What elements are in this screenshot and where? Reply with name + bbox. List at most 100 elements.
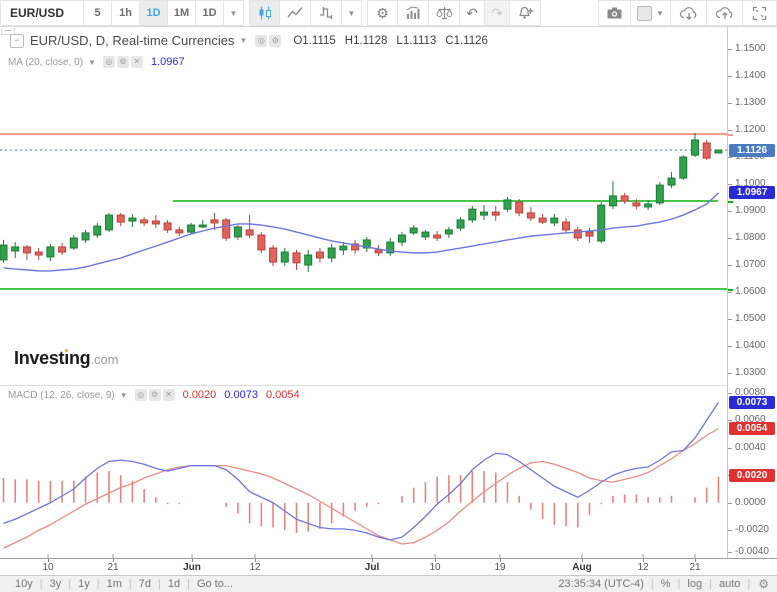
candle-body — [176, 230, 183, 233]
candle-body — [0, 245, 7, 260]
range-7d-button[interactable]: 7d — [132, 578, 158, 590]
candle-body — [129, 218, 136, 221]
gear-icon[interactable]: ⚙ — [750, 577, 769, 591]
macd-settings-button[interactable]: ⚙ — [149, 389, 161, 401]
candle-body — [70, 238, 77, 248]
candle-down — [703, 140, 710, 160]
line-chart-button[interactable] — [280, 0, 311, 26]
candle-down — [164, 220, 171, 233]
candle-up — [94, 223, 101, 238]
visibility-toggle-button[interactable]: ◎ — [255, 35, 267, 47]
load-chart-button[interactable] — [671, 0, 707, 26]
candle-body — [539, 218, 546, 222]
candle-up — [47, 244, 54, 261]
collapse-pane-button[interactable]: − — [10, 34, 24, 48]
chevron-down-icon[interactable]: ▼ — [239, 36, 247, 45]
candle-up — [82, 230, 89, 243]
chart-settings-button[interactable]: ⚙ — [367, 0, 398, 26]
timeframe-dropdown[interactable]: ▼ — [224, 0, 244, 26]
bottom-toolbar: 10y| 3y| 1y| 1m| 7d| 1d| Go to... 23:35:… — [0, 575, 777, 592]
snapshot-button[interactable] — [598, 0, 631, 26]
candle-up — [363, 237, 370, 252]
candle-down — [59, 243, 66, 255]
candle-up — [609, 181, 616, 209]
candle-down — [563, 218, 570, 233]
range-1m-button[interactable]: 1m — [100, 578, 129, 590]
range-10y-button[interactable]: 10y — [8, 578, 40, 590]
background-color-button[interactable]: ▼ — [631, 0, 671, 26]
price-axis[interactable]: 1.15001.14001.13001.12001.11001.10001.09… — [727, 27, 777, 558]
ma-settings-button[interactable]: ⚙ — [117, 56, 129, 68]
candle-body — [621, 196, 628, 201]
timeframe-1h-button[interactable]: 1h — [112, 0, 140, 26]
percent-scale-button[interactable]: % — [654, 578, 678, 590]
candle-body — [117, 215, 124, 222]
timeframe-1d-button[interactable]: 1D — [140, 0, 168, 26]
price-tick — [728, 319, 732, 320]
time-axis[interactable]: 1021Jun12Jul1019Aug1221 — [0, 558, 777, 575]
chevron-down-icon[interactable]: ▼ — [120, 391, 128, 400]
indicators-button[interactable] — [398, 0, 429, 26]
open-value: O1.1115 — [293, 35, 335, 47]
chart-type-dropdown[interactable]: ▼ — [342, 0, 362, 26]
undo-button[interactable]: ↶ — [460, 0, 485, 26]
timeframe-5m-button[interactable]: 5 — [84, 0, 112, 26]
camera-icon — [606, 5, 623, 21]
auto-scale-button[interactable]: auto — [712, 578, 747, 590]
candle-body — [47, 247, 54, 257]
range-1y-button[interactable]: 1y — [71, 578, 97, 590]
macd-signal-badge: 0.0054 — [729, 422, 775, 435]
price-tick-label: 1.0500 — [735, 313, 766, 324]
fullscreen-button[interactable] — [743, 0, 777, 26]
macd-remove-button[interactable]: ✕ — [163, 389, 175, 401]
candle-up — [410, 225, 417, 235]
macd-indicator-header: MACD (12, 26, close, 9) ▼ ◎ ⚙ ✕ 0.0020 0… — [8, 389, 300, 401]
candle-down — [539, 214, 546, 224]
candle-up — [70, 235, 77, 250]
symbol-button[interactable]: EUR/USD — [0, 0, 84, 26]
redo-icon: ↷ — [491, 6, 503, 20]
macd-visibility-button[interactable]: ◎ — [135, 389, 147, 401]
timeframe-custom-button[interactable]: 1D — [196, 0, 224, 26]
candle-down — [258, 232, 265, 253]
candle-body — [375, 250, 382, 253]
log-scale-button[interactable]: log — [680, 578, 709, 590]
price-tick — [728, 49, 732, 50]
ohlc-values: O1.1115 H1.1128 L1.1113 C1.1126 — [293, 35, 497, 47]
ma-indicator-header: MA (20, close, 0) ▼ ◎ ⚙ ✕ 1.0967 — [8, 56, 185, 68]
candle-body — [398, 235, 405, 242]
timeframe-1m-button[interactable]: 1M — [168, 0, 196, 26]
save-chart-button[interactable] — [707, 0, 743, 26]
range-3y-button[interactable]: 3y — [43, 578, 69, 590]
candle-up — [105, 213, 112, 232]
candle-up — [188, 223, 195, 234]
candle-down — [527, 207, 534, 221]
candle-body — [234, 227, 241, 237]
chevron-down-icon[interactable]: ▼ — [88, 58, 96, 67]
candle-body — [703, 143, 710, 158]
ma-remove-button[interactable]: ✕ — [131, 56, 143, 68]
macd-plot[interactable] — [0, 387, 727, 558]
price-tick-label: 1.1400 — [735, 70, 766, 81]
range-1d-button[interactable]: 1d — [161, 578, 187, 590]
time-label: Jul — [365, 562, 379, 573]
price-tick-label: 1.0300 — [735, 367, 766, 378]
clock-timezone-button[interactable]: 23:35:34 (UTC-4) — [551, 578, 651, 590]
candle-down — [35, 248, 42, 260]
price-tick-label: 1.0800 — [735, 232, 766, 243]
ma-label: MA (20, close, 0) — [8, 57, 83, 68]
step-chart-button[interactable] — [311, 0, 342, 26]
pane-separator[interactable] — [0, 385, 777, 386]
series-settings-button[interactable]: ⚙ — [269, 35, 281, 47]
price-tick — [728, 292, 732, 293]
price-chart-plot[interactable] — [0, 27, 727, 385]
candle-body — [199, 225, 206, 227]
compare-button[interactable] — [429, 0, 460, 26]
add-alert-button[interactable] — [510, 0, 541, 26]
candle-body — [586, 232, 593, 236]
fullscreen-icon — [752, 6, 767, 21]
goto-button[interactable]: Go to... — [190, 578, 240, 590]
candlestick-chart-button[interactable] — [249, 0, 280, 26]
redo-button[interactable]: ↷ — [485, 0, 510, 26]
ma-visibility-button[interactable]: ◎ — [103, 56, 115, 68]
